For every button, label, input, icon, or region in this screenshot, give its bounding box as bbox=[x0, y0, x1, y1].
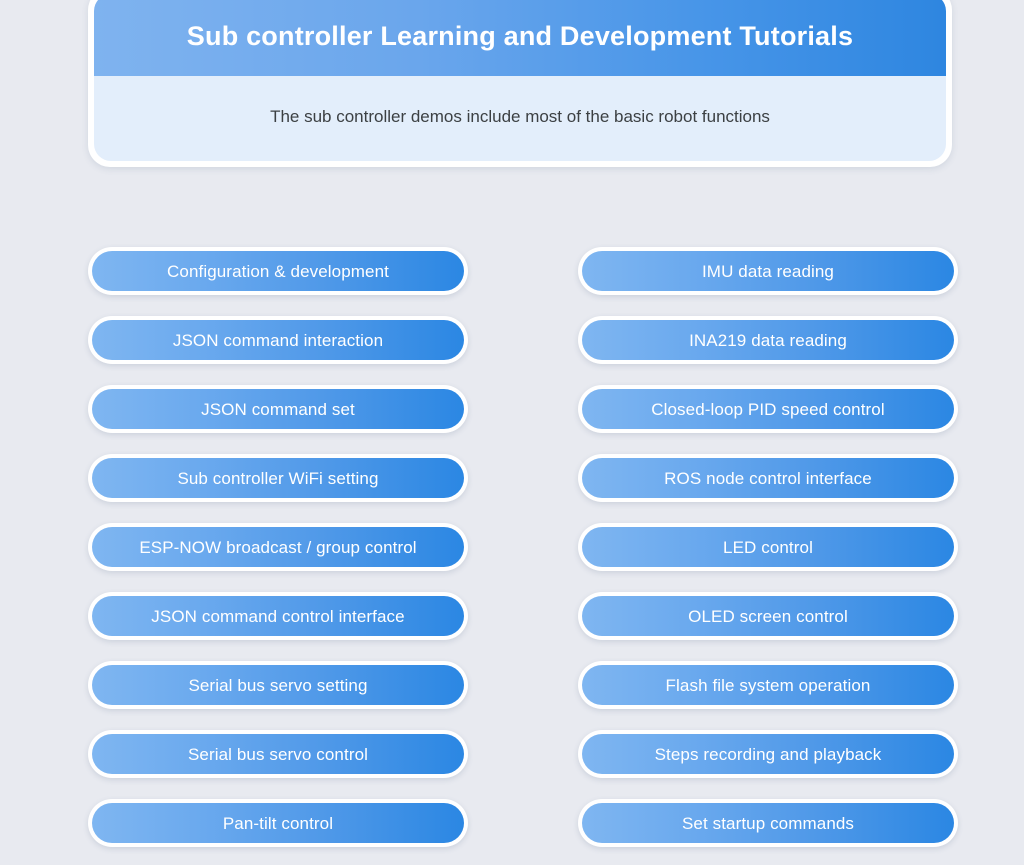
tutorial-link-button[interactable]: IMU data reading bbox=[578, 247, 958, 295]
tutorial-link-button[interactable]: Set startup commands bbox=[578, 799, 958, 847]
tutorial-link-label: JSON command interaction bbox=[172, 330, 384, 350]
tutorial-link-button[interactable]: Configuration & development bbox=[88, 247, 468, 295]
tutorial-link-button[interactable]: Closed-loop PID speed control bbox=[578, 385, 958, 433]
tutorial-link-label: Steps recording and playback bbox=[654, 744, 882, 764]
tutorial-link-surface: ESP-NOW broadcast / group control bbox=[92, 527, 464, 567]
tutorial-link-button[interactable]: JSON command interaction bbox=[88, 316, 468, 364]
tutorial-link-button[interactable]: OLED screen control bbox=[578, 592, 958, 640]
tutorial-link-label: OLED screen control bbox=[688, 606, 848, 626]
tutorial-link-surface: Steps recording and playback bbox=[582, 734, 954, 774]
page-subtitle: The sub controller demos include most of… bbox=[270, 107, 770, 127]
tutorial-link-surface: JSON command set bbox=[92, 389, 464, 429]
tutorial-link-label: JSON command control interface bbox=[151, 606, 405, 626]
hero-card: Sub controller Learning and Development … bbox=[88, 0, 952, 168]
tutorial-link-surface: INA219 data reading bbox=[582, 320, 954, 360]
hero-card-inner: Sub controller Learning and Development … bbox=[94, 0, 946, 162]
tutorial-link-surface: JSON command control interface bbox=[92, 596, 464, 636]
tutorial-link-button[interactable]: JSON command set bbox=[88, 385, 468, 433]
page-title: Sub controller Learning and Development … bbox=[186, 21, 854, 51]
tutorial-link-label: INA219 data reading bbox=[689, 330, 847, 350]
tutorial-link-label: Sub controller WiFi setting bbox=[177, 468, 379, 488]
tutorial-link-label: ROS node control interface bbox=[664, 468, 872, 488]
tutorial-link-surface: Configuration & development bbox=[92, 251, 464, 291]
tutorial-link-surface: OLED screen control bbox=[582, 596, 954, 636]
tutorial-link-surface: Set startup commands bbox=[582, 803, 954, 843]
tutorial-link-button[interactable]: Pan-tilt control bbox=[88, 799, 468, 847]
tutorial-link-label: LED control bbox=[723, 537, 813, 557]
tutorial-link-label: Pan-tilt control bbox=[222, 813, 334, 833]
tutorial-link-label: Serial bus servo control bbox=[187, 744, 369, 764]
tutorial-link-surface: Serial bus servo setting bbox=[92, 665, 464, 705]
tutorial-link-button[interactable]: ESP-NOW broadcast / group control bbox=[88, 523, 468, 571]
tutorial-link-label: Set startup commands bbox=[681, 813, 855, 833]
tutorial-link-button[interactable]: JSON command control interface bbox=[88, 592, 468, 640]
tutorial-link-label: ESP-NOW broadcast / group control bbox=[139, 537, 417, 557]
tutorial-link-button[interactable]: Serial bus servo control bbox=[88, 730, 468, 778]
tutorial-link-label: Flash file system operation bbox=[665, 675, 871, 695]
tutorial-link-label: IMU data reading bbox=[701, 261, 834, 281]
tutorial-link-surface: Serial bus servo control bbox=[92, 734, 464, 774]
tutorial-link-surface: Pan-tilt control bbox=[92, 803, 464, 843]
tutorial-link-button[interactable]: ROS node control interface bbox=[578, 454, 958, 502]
tutorial-link-button[interactable]: Sub controller WiFi setting bbox=[88, 454, 468, 502]
tutorial-link-button[interactable]: INA219 data reading bbox=[578, 316, 958, 364]
tutorial-link-label: JSON command set bbox=[201, 399, 355, 419]
tutorial-link-label: Closed-loop PID speed control bbox=[651, 399, 885, 419]
tutorial-link-surface: Sub controller WiFi setting bbox=[92, 458, 464, 498]
tutorial-link-surface: Flash file system operation bbox=[582, 665, 954, 705]
tutorial-link-surface: ROS node control interface bbox=[582, 458, 954, 498]
hero-title-bar: Sub controller Learning and Development … bbox=[94, 0, 946, 77]
tutorial-link-surface: LED control bbox=[582, 527, 954, 567]
tutorial-link-columns: Configuration & development JSON command… bbox=[88, 247, 958, 847]
tutorial-link-surface: IMU data reading bbox=[582, 251, 954, 291]
tutorial-column-right: IMU data reading INA219 data reading Clo… bbox=[578, 247, 958, 847]
tutorial-link-surface: Closed-loop PID speed control bbox=[582, 389, 954, 429]
hero-body: The sub controller demos include most of… bbox=[94, 76, 946, 162]
tutorial-link-label: Configuration & development bbox=[167, 261, 389, 281]
tutorial-link-button[interactable]: Flash file system operation bbox=[578, 661, 958, 709]
tutorial-link-surface: JSON command interaction bbox=[92, 320, 464, 360]
tutorial-link-label: Serial bus servo setting bbox=[188, 675, 368, 695]
tutorial-link-button[interactable]: Serial bus servo setting bbox=[88, 661, 468, 709]
tutorial-link-button[interactable]: Steps recording and playback bbox=[578, 730, 958, 778]
tutorial-column-left: Configuration & development JSON command… bbox=[88, 247, 468, 847]
tutorial-index-page: Sub controller Learning and Development … bbox=[0, 0, 1024, 865]
tutorial-link-button[interactable]: LED control bbox=[578, 523, 958, 571]
